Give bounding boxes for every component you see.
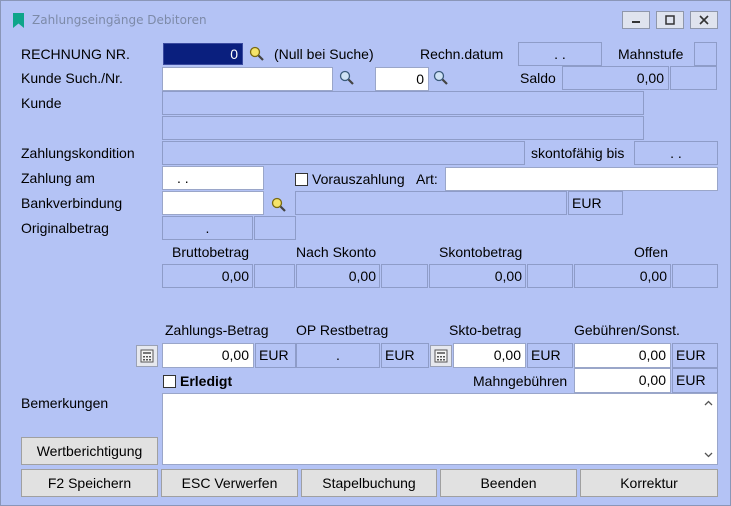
kunde-label: Kunde (21, 95, 62, 111)
chevron-down-icon[interactable] (704, 452, 713, 458)
null-bei-suche-hint: (Null bei Suche) (274, 46, 374, 62)
bemerkungen-textarea[interactable] (162, 393, 718, 465)
vorauszahlung-checkbox[interactable] (295, 173, 308, 186)
erledigt-checkbox[interactable] (163, 375, 176, 388)
bruttobetrag-field: 0,00 (162, 264, 253, 288)
bankverbindung-label: Bankverbindung (21, 195, 123, 211)
bemerkungen-label: Bemerkungen (21, 395, 109, 411)
offen-header: Offen (634, 244, 668, 260)
originalbetrag-label: Originalbetrag (21, 220, 109, 236)
zahlungs-currency-field: EUR (255, 343, 296, 368)
originalbetrag-currency-field (254, 216, 296, 240)
art-label: Art: (416, 171, 438, 187)
rechn-datum-label: Rechn.datum (420, 46, 504, 62)
mahngebuehren-input[interactable]: 0,00 (574, 368, 671, 393)
maximize-button[interactable] (656, 11, 684, 29)
saldo-label: Saldo (520, 70, 556, 86)
close-icon (699, 15, 709, 25)
nach-skonto-header: Nach Skonto (296, 244, 377, 260)
scrollbar[interactable] (700, 394, 717, 464)
rechnung-nr-input[interactable]: 0 (163, 43, 243, 65)
stapelbuchung-button[interactable]: Stapelbuchung (301, 469, 437, 497)
skto-betrag-input[interactable]: 0,00 (453, 343, 526, 368)
gebuehren-header: Gebühren/Sonst. (574, 322, 680, 338)
offen-field: 0,00 (574, 264, 671, 288)
maximize-icon (665, 15, 675, 25)
offen-currency-field (672, 264, 718, 288)
bank-name-field (295, 191, 567, 215)
zahlungskondition-field (162, 141, 525, 165)
verwerfen-button[interactable]: ESC Verwerfen (161, 469, 298, 497)
kunde-such-label: Kunde Such./Nr. (21, 70, 123, 86)
kunde-name-field (162, 91, 644, 115)
skontofaehig-field: . . (634, 141, 718, 165)
calculator-button[interactable] (136, 345, 158, 367)
calculator-icon (140, 349, 154, 363)
wertberichtigung-button[interactable]: Wertberichtigung (21, 437, 158, 465)
op-currency-field: EUR (381, 343, 429, 368)
window-title: Zahlungseingänge Debitoren (32, 13, 207, 27)
originalbetrag-field: . (162, 216, 253, 240)
skontobetrag-field: 0,00 (429, 264, 526, 288)
zahlungskondition-label: Zahlungskondition (21, 145, 135, 161)
search-icon[interactable] (271, 197, 287, 213)
bank-currency-field: EUR (568, 191, 623, 215)
skontofaehig-label: skontofähig bis (531, 145, 625, 161)
art-input[interactable] (445, 167, 718, 191)
vorauszahlung-label: Vorauszahlung (312, 171, 405, 187)
op-restbetrag-header: OP Restbetrag (296, 322, 389, 338)
korrektur-button[interactable]: Korrektur (580, 469, 718, 497)
chevron-up-icon[interactable] (704, 400, 713, 406)
title-bar: Zahlungseingänge Debitoren (1, 1, 730, 39)
search-icon[interactable] (433, 70, 449, 86)
skto-betrag-header: Skto-betrag (449, 322, 522, 338)
calculator-button[interactable] (430, 345, 452, 367)
nach-skonto-currency-field (381, 264, 428, 288)
window: Zahlungseingänge Debitoren RECHNUNG NR. … (0, 0, 731, 506)
minimize-icon (632, 21, 640, 23)
gebuehren-input[interactable]: 0,00 (574, 343, 671, 368)
mahnstufe-label: Mahnstufe (618, 46, 684, 62)
op-restbetrag-field: . (296, 343, 380, 368)
bruttobetrag-currency-field (254, 264, 295, 288)
beenden-button[interactable]: Beenden (440, 469, 577, 497)
search-icon[interactable] (249, 46, 265, 62)
saldo-extra-field (670, 66, 717, 90)
close-button[interactable] (690, 11, 718, 29)
zahlungs-betrag-header: Zahlungs-Betrag (165, 322, 269, 338)
mahngebuehren-label: Mahngebühren (473, 373, 568, 389)
mahngebuehren-currency-field: EUR (672, 368, 718, 393)
minimize-button[interactable] (622, 11, 650, 29)
nach-skonto-field: 0,00 (296, 264, 380, 288)
rechn-datum-field: . . (518, 42, 602, 66)
erledigt-label: Erledigt (180, 373, 233, 389)
skontobetrag-header: Skontobetrag (439, 244, 523, 260)
zahlungs-betrag-input[interactable]: 0,00 (162, 343, 254, 368)
search-icon[interactable] (339, 70, 355, 86)
kunde-such-input[interactable] (162, 67, 333, 91)
rechnung-nr-label: RECHNUNG NR. (21, 46, 130, 62)
bruttobetrag-header: Bruttobetrag (172, 244, 250, 260)
kunde-nr-input[interactable]: 0 (375, 67, 429, 91)
mahnstufe-field (694, 42, 717, 66)
skontobetrag-currency-field (527, 264, 573, 288)
skto-currency-field: EUR (527, 343, 573, 368)
calculator-icon (434, 349, 448, 363)
bankverbindung-input[interactable] (162, 191, 264, 215)
zahlung-am-label: Zahlung am (21, 170, 95, 186)
saldo-field: 0,00 (562, 66, 669, 90)
bookmark-icon (13, 13, 24, 28)
kunde-address-field (162, 116, 644, 140)
speichern-button[interactable]: F2 Speichern (21, 469, 158, 497)
zahlung-am-input[interactable]: . . (162, 166, 264, 190)
gebuehren-currency-field: EUR (672, 343, 718, 368)
